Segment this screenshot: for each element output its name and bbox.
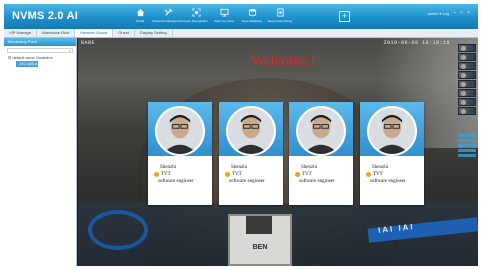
welcome-card: Shenzhi TVT software engineer <box>148 102 212 205</box>
top-bar: NVMS 2.0 AI Portal Resource Management F… <box>4 4 478 29</box>
person-photo <box>155 106 205 156</box>
person-photo <box>367 106 417 156</box>
tree-node-device[interactable]: 192.168.8 <box>16 61 38 67</box>
welcome-card: Shenzhi TVT software engineer <box>360 102 424 205</box>
nav-label: Web Live View <box>214 19 234 23</box>
tools-icon <box>163 8 173 16</box>
live-video-view[interactable]: IAI IAI BEN BABE 2019-09-09 19:19:19 Wel… <box>78 38 478 266</box>
capture-thumbnails <box>458 44 476 115</box>
welcome-card: Shenzhi TVT software engineer <box>219 102 283 205</box>
person-org: TVT <box>161 172 171 177</box>
maximize-button[interactable]: □ <box>460 11 463 16</box>
person-job: software engineer <box>158 179 194 184</box>
timestamp-osd: 2019-09-09 19:19:19 <box>383 40 450 46</box>
nav-label: Face Database <box>241 19 263 23</box>
user-menu[interactable]: admin ▾ Log <box>427 11 449 16</box>
app-title: NVMS 2.0 AI <box>12 10 78 22</box>
minimize-button[interactable]: – <box>453 11 456 16</box>
person-job: software engineer <box>370 179 406 184</box>
person-job: software engineer <box>299 179 335 184</box>
channel-osd: BABE <box>81 40 96 46</box>
person-org-row: TVT <box>225 171 283 178</box>
capture-thumbnail[interactable] <box>458 89 476 97</box>
person-org: TVT <box>302 172 312 177</box>
search-icon: ⌕ <box>68 48 71 53</box>
person-name: Shenzhi <box>301 165 318 170</box>
capture-thumbnail[interactable] <box>458 44 476 52</box>
monitor-icon <box>219 8 229 17</box>
tab-member-guard[interactable]: Member Guard <box>75 29 114 37</box>
capture-thumbnail[interactable] <box>458 53 476 61</box>
search-input[interactable]: ⌕ <box>7 48 73 53</box>
nav-record-recording[interactable]: Record Recording <box>266 6 294 28</box>
tab-display-setting[interactable]: Display Setting <box>135 29 173 37</box>
person-org: TVT <box>373 172 383 177</box>
person-name: Shenzhi <box>372 165 389 170</box>
capture-thumbnail[interactable] <box>458 62 476 70</box>
app-window: NVMS 2.0 AI Portal Resource Management F… <box>4 4 478 266</box>
panel-title: Monitoring Point <box>4 38 76 46</box>
welcome-card: Shenzhi TVT software engineer <box>289 102 353 205</box>
nav-web-live-view[interactable]: Web Live View <box>210 6 238 28</box>
nav-face-database[interactable]: Face Database <box>238 6 266 28</box>
side-indicator-bars <box>458 134 476 159</box>
home-icon <box>136 8 144 17</box>
person-photo <box>296 106 346 156</box>
main-nav: Portal Resource Management Face Recognit… <box>126 6 294 28</box>
capture-thumbnail[interactable] <box>458 80 476 88</box>
nav-resource-management[interactable]: Resource Management <box>152 6 184 28</box>
vip-icon <box>295 172 300 177</box>
person-org: TVT <box>232 172 242 177</box>
tab-vip-manage[interactable]: VIP Manage <box>4 29 37 37</box>
monitoring-point-panel: Monitoring Point ⌕ ⊟ default area/ Guide… <box>4 38 77 266</box>
nav-label: Face Recognition <box>184 19 208 23</box>
person-org-row: TVT <box>295 171 353 178</box>
database-icon <box>248 8 256 17</box>
person-photo <box>226 106 276 156</box>
welcome-banner: Welcome ! <box>251 53 316 70</box>
tab-bar: VIP Manage Attendace Rule Member Guard G… <box>4 29 478 38</box>
capture-thumbnail[interactable] <box>458 98 476 106</box>
add-tab-button[interactable]: + <box>339 11 350 22</box>
person-org-row: TVT <box>366 171 424 178</box>
nav-label: Record Recording <box>267 19 293 23</box>
tab-guest[interactable]: Guest <box>113 29 135 37</box>
face-scan-icon <box>191 8 201 17</box>
video-cable <box>88 210 148 250</box>
person-org-row: TVT <box>154 171 212 178</box>
nav-face-recognition[interactable]: Face Recognition <box>182 6 210 28</box>
record-icon <box>276 8 284 17</box>
nav-portal[interactable]: Portal <box>126 6 154 28</box>
welcome-mark: ! <box>311 53 317 69</box>
person-job: software engineer <box>229 179 265 184</box>
vip-icon <box>225 172 230 177</box>
capture-thumbnail[interactable] <box>458 107 476 115</box>
vip-icon <box>154 172 159 177</box>
badge-photo <box>246 216 272 234</box>
vip-icon <box>366 172 371 177</box>
tab-attendance-rule[interactable]: Attendace Rule <box>37 29 76 37</box>
nav-label: Portal <box>136 19 144 23</box>
window-controls: admin ▾ Log – □ × <box>427 11 470 17</box>
tree-node-area[interactable]: ⊟ default area/ Guideline <box>4 55 76 61</box>
person-name: Shenzhi <box>160 165 177 170</box>
capture-thumbnail[interactable] <box>458 71 476 79</box>
nav-label: Resource Management <box>152 19 184 23</box>
person-name: Shenzhi <box>231 165 248 170</box>
close-button[interactable]: × <box>467 11 470 16</box>
welcome-text: Welcome <box>251 53 308 69</box>
badge-text: BEN <box>252 244 268 251</box>
